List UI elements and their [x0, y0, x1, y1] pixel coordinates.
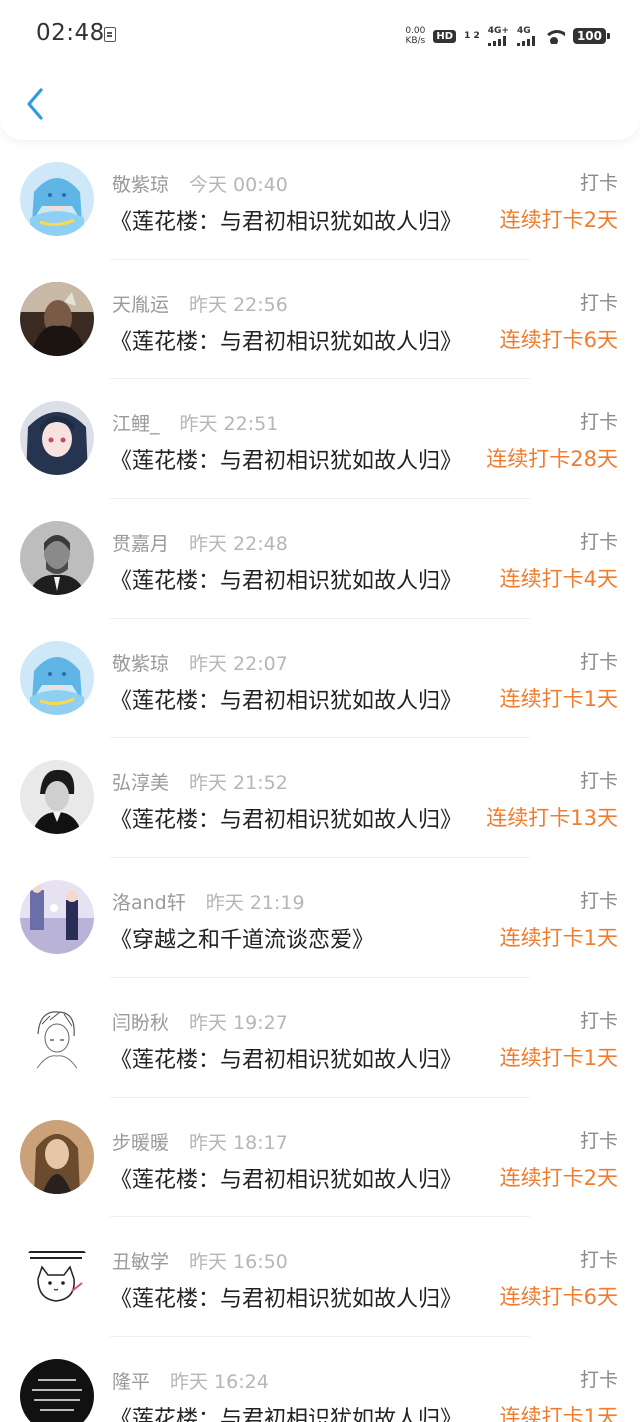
streak-badge: 连续打卡6天 — [499, 1285, 618, 1310]
timestamp: 昨天 18:17 — [189, 1131, 288, 1154]
avatar[interactable] — [20, 760, 94, 835]
username[interactable]: 步暖暖 — [112, 1132, 169, 1154]
signal-4g-plus-icon: 4G+ — [487, 26, 509, 46]
streak-badge: 连续打卡13天 — [486, 806, 618, 831]
battery-icon: 100 — [572, 28, 611, 44]
avatar[interactable] — [20, 1358, 94, 1422]
username[interactable]: 敬紫琼 — [112, 653, 169, 675]
streak-badge: 连续打卡1天 — [499, 1404, 618, 1422]
avatar[interactable] — [20, 401, 94, 476]
signal2-label: 4G — [516, 26, 531, 36]
timestamp: 今天 00:40 — [189, 174, 288, 196]
timestamp: 昨天 22:51 — [179, 413, 279, 436]
list-item[interactable]: 弘淳美 昨天 21:52 打卡 《莲花楼：与君初相识犹如故人归》 连续打卡13天 — [0, 738, 640, 859]
wifi-icon — [542, 28, 565, 44]
username[interactable]: 江鲤_ — [112, 413, 160, 435]
action-label: 打卡 — [579, 1368, 618, 1391]
status-indicators: 0.00 KB/s HD 1 2 4G+ 4G 100 — [405, 24, 611, 48]
net-speed-unit: KB/s — [405, 36, 426, 46]
book-title[interactable]: 《莲花楼：与君初相识犹如故人归》 — [110, 324, 482, 356]
action-label: 打卡 — [579, 650, 618, 673]
back-button[interactable] — [20, 82, 60, 126]
book-title[interactable]: 《穿越之和千道流谈恋爱》 — [110, 922, 482, 954]
signal1-label: 4G+ — [487, 26, 509, 36]
hd-icon: HD — [433, 29, 457, 43]
avatar[interactable] — [20, 281, 94, 356]
list-item[interactable]: 敬紫琼 今天 00:40 打卡 《莲花楼：与君初相识犹如故人归》 连续打卡2天 — [0, 140, 640, 260]
action-label: 打卡 — [579, 1009, 618, 1032]
book-title[interactable]: 《莲花楼：与君初相识犹如故人归》 — [110, 563, 482, 595]
timestamp: 昨天 19:27 — [189, 1011, 288, 1034]
list-item[interactable]: 敬紫琼 昨天 22:07 打卡 《莲花楼：与君初相识犹如故人归》 连续打卡1天 — [0, 619, 640, 739]
avatar[interactable] — [20, 640, 94, 715]
username[interactable]: 隆平 — [112, 1371, 150, 1393]
username[interactable]: 洛and轩 — [112, 892, 186, 914]
streak-badge: 连续打卡2天 — [499, 208, 618, 232]
action-label: 打卡 — [579, 1249, 618, 1272]
nav-bar — [0, 68, 640, 140]
list-item[interactable]: 天胤运 昨天 22:56 打卡 《莲花楼：与君初相识犹如故人归》 连续打卡6天 — [0, 260, 640, 380]
list-item[interactable]: 贯嘉月 昨天 22:48 打卡 《莲花楼：与君初相识犹如故人归》 连续打卡4天 — [0, 499, 640, 619]
action-label: 打卡 — [579, 411, 618, 434]
action-label: 打卡 — [579, 890, 618, 913]
list-item[interactable]: 闫盼秋 昨天 19:27 打卡 《莲花楼：与君初相识犹如故人归》 连续打卡1天 — [0, 978, 640, 1098]
timestamp: 昨天 16:24 — [170, 1370, 269, 1393]
document-icon — [104, 27, 116, 42]
net-speed-value: 0.00 — [405, 26, 426, 36]
action-label: 打卡 — [579, 291, 618, 314]
action-label: 打卡 — [579, 770, 618, 793]
avatar[interactable] — [20, 521, 94, 596]
book-title[interactable]: 《莲花楼：与君初相识犹如故人归》 — [110, 1281, 482, 1313]
timestamp: 昨天 21:52 — [189, 772, 288, 795]
username[interactable]: 丑敏学 — [112, 1251, 169, 1273]
book-title[interactable]: 《莲花楼：与君初相识犹如故人归》 — [110, 443, 482, 475]
streak-badge: 连续打卡28天 — [486, 447, 618, 472]
checkin-list: 敬紫琼 今天 00:40 打卡 《莲花楼：与君初相识犹如故人归》 连续打卡2天 天… — [0, 140, 640, 1422]
list-item[interactable]: 江鲤_ 昨天 22:51 打卡 《莲花楼：与君初相识犹如故人归》 连续打卡28天 — [0, 379, 640, 500]
network-speed: 0.00 KB/s — [405, 26, 425, 46]
streak-badge: 连续打卡4天 — [499, 567, 618, 592]
streak-badge: 连续打卡2天 — [499, 1165, 618, 1190]
list-item[interactable]: 步暖暖 昨天 18:17 打卡 《莲花楼：与君初相识犹如故人归》 连续打卡2天 — [0, 1098, 640, 1218]
username[interactable]: 闫盼秋 — [112, 1012, 169, 1034]
username[interactable]: 弘淳美 — [112, 772, 169, 794]
book-title[interactable]: 《莲花楼：与君初相识犹如故人归》 — [110, 802, 482, 834]
timestamp: 昨天 22:07 — [189, 652, 288, 675]
username[interactable]: 贯嘉月 — [112, 533, 169, 555]
list-item[interactable]: 丑敏学 昨天 16:50 打卡 《莲花楼：与君初相识犹如故人归》 连续打卡6天 — [0, 1217, 640, 1337]
action-label: 打卡 — [579, 172, 618, 194]
avatar[interactable] — [20, 1119, 94, 1194]
status-time: 02:48 — [36, 20, 105, 46]
sim-index: 1 2 — [464, 31, 480, 41]
action-label: 打卡 — [579, 1129, 618, 1152]
timestamp: 昨天 21:19 — [205, 892, 305, 915]
streak-badge: 连续打卡6天 — [499, 327, 618, 352]
username[interactable]: 敬紫琼 — [112, 174, 169, 196]
streak-badge: 连续打卡1天 — [499, 686, 618, 711]
list-item[interactable]: 隆平 昨天 16:24 打卡 《莲花楼：与君初相识犹如故人归》 连续打卡1天 — [0, 1337, 640, 1422]
chevron-left-icon — [27, 88, 43, 120]
streak-badge: 连续打卡1天 — [499, 926, 618, 951]
timestamp: 昨天 22:56 — [189, 293, 288, 316]
avatar[interactable] — [20, 1239, 94, 1314]
book-title[interactable]: 《莲花楼：与君初相识犹如故人归》 — [110, 204, 482, 236]
book-title[interactable]: 《莲花楼：与君初相识犹如故人归》 — [110, 1401, 482, 1422]
list-item[interactable]: 洛and轩 昨天 21:19 打卡 《穿越之和千道流谈恋爱》 连续打卡1天 — [0, 858, 640, 978]
avatar[interactable] — [20, 880, 94, 955]
book-title[interactable]: 《莲花楼：与君初相识犹如故人归》 — [110, 683, 482, 715]
streak-badge: 连续打卡1天 — [499, 1045, 618, 1070]
status-bar: 02:48 0.00 KB/s HD 1 2 4G+ 4G 100 — [0, 0, 640, 70]
action-label: 打卡 — [579, 531, 618, 554]
book-title[interactable]: 《莲花楼：与君初相识犹如故人归》 — [110, 1162, 482, 1194]
timestamp: 昨天 16:50 — [189, 1251, 288, 1274]
signal-4g-icon: 4G — [516, 26, 535, 46]
avatar[interactable] — [20, 999, 94, 1074]
username[interactable]: 天胤运 — [112, 294, 169, 316]
book-title[interactable]: 《莲花楼：与君初相识犹如故人归》 — [110, 1042, 482, 1074]
timestamp: 昨天 22:48 — [189, 533, 288, 556]
avatar[interactable] — [20, 162, 94, 236]
